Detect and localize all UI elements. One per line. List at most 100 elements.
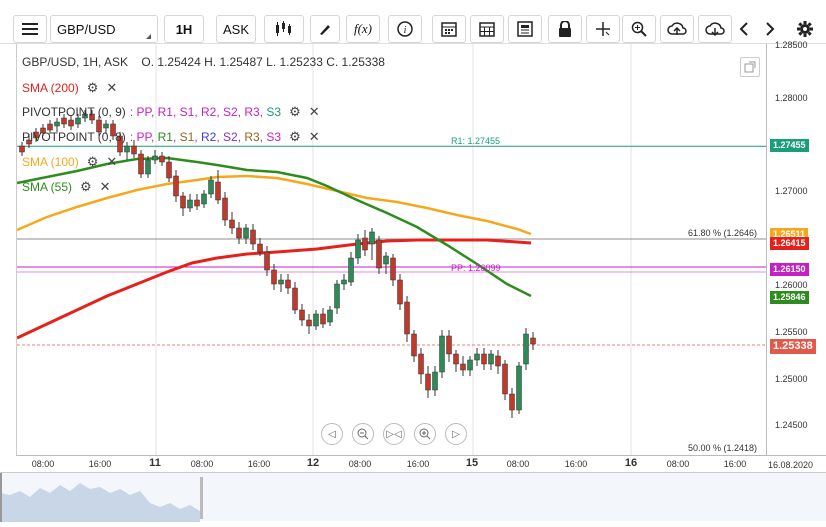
- expand-button[interactable]: [740, 57, 760, 77]
- settings-button[interactable]: [790, 15, 820, 43]
- candle-body: [166, 161, 172, 179]
- pan-right-button[interactable]: ▷: [445, 423, 467, 445]
- gear-icon[interactable]: ⚙: [289, 104, 301, 120]
- calendar-button[interactable]: [432, 15, 466, 43]
- legend-item[interactable]: SMA (200) ⚙ ✕: [22, 80, 117, 96]
- navigator[interactable]: [0, 472, 826, 522]
- candle-body: [152, 155, 158, 161]
- draw-button[interactable]: [310, 15, 340, 43]
- calendar-grid-button[interactable]: [470, 15, 504, 43]
- candle-body: [495, 355, 501, 367]
- crosshair-icon: [596, 22, 610, 36]
- candle-body: [292, 287, 298, 311]
- close-icon[interactable]: ✕: [106, 80, 117, 96]
- candle-body: [530, 337, 536, 345]
- gear-icon[interactable]: ⚙: [87, 154, 99, 170]
- candle-body: [243, 227, 249, 239]
- legend-label: SMA (100): [22, 155, 79, 169]
- chart-type-button[interactable]: [264, 15, 304, 43]
- candle-body: [194, 199, 200, 207]
- pan-right-icon: ▷: [452, 428, 460, 440]
- time-tick: 16:00: [247, 459, 271, 469]
- legend-item[interactable]: SMA (55) ⚙ ✕: [22, 179, 111, 195]
- time-tick: 08:00: [190, 459, 214, 469]
- time-tick: 16:00: [88, 459, 112, 469]
- candle-body: [446, 335, 452, 355]
- fx-icon: f(x): [353, 21, 373, 36]
- upload-button[interactable]: [660, 15, 694, 43]
- price-tag: 1.25846: [770, 291, 809, 304]
- indicators-button[interactable]: f(x): [346, 15, 380, 43]
- candle-body: [453, 353, 459, 365]
- candle-body: [229, 219, 235, 229]
- price-type-label: ASK: [222, 21, 249, 37]
- navigator-handle-left[interactable]: [0, 473, 2, 522]
- candle-body: [299, 309, 305, 321]
- candles-icon: [276, 21, 291, 36]
- candle-body: [418, 353, 424, 375]
- candle-body: [467, 359, 473, 371]
- legend-item[interactable]: PIVOTPOINT (0, 8): PP, R1, S1, R2, S2, R…: [22, 129, 320, 145]
- price-tick: 1.25000: [775, 373, 808, 384]
- reset-icon: ▷◁: [386, 428, 402, 440]
- candle-body: [516, 365, 522, 411]
- scroll-left-button[interactable]: [734, 15, 754, 43]
- zoom-out-button[interactable]: [352, 423, 374, 445]
- zoom-in-button[interactable]: [414, 423, 436, 445]
- time-tick: 16:00: [564, 459, 588, 469]
- candle-body: [460, 363, 466, 371]
- candle-body: [432, 371, 438, 391]
- scroll-right-button[interactable]: [760, 15, 780, 43]
- gear-icon: [797, 21, 813, 37]
- news-button[interactable]: [508, 15, 542, 43]
- info-button[interactable]: i: [388, 15, 422, 43]
- reset-zoom-button[interactable]: ▷◁: [383, 423, 405, 445]
- gear-icon[interactable]: ⚙: [80, 179, 92, 195]
- candle-body: [264, 251, 270, 271]
- gear-icon[interactable]: ⚙: [289, 129, 301, 145]
- price-tick: 1.26000: [775, 280, 808, 290]
- close-icon[interactable]: ✕: [100, 179, 111, 195]
- legend-item[interactable]: PIVOTPOINT (0, 9): PP, R1, S1, R2, S2, R…: [22, 104, 320, 120]
- candle-body: [334, 283, 340, 309]
- toolbar: GBP/USD 1H ASK f(x) i: [0, 0, 826, 44]
- zoom-button[interactable]: [622, 15, 656, 43]
- symbol-select[interactable]: GBP/USD: [50, 15, 158, 43]
- candle-body: [474, 353, 480, 361]
- calendar-icon: [479, 22, 495, 37]
- time-tick: 16: [624, 457, 638, 469]
- download-button[interactable]: [698, 15, 732, 43]
- close-icon[interactable]: ✕: [309, 104, 320, 120]
- candle-body: [390, 257, 396, 281]
- lock-icon: [559, 21, 571, 37]
- time-tick: 12: [306, 457, 320, 469]
- candle-body: [201, 193, 207, 205]
- candle-body: [138, 153, 144, 175]
- navigator-handle-right[interactable]: [200, 477, 203, 519]
- price-type-select[interactable]: ASK: [216, 15, 256, 43]
- candle-body: [397, 279, 403, 305]
- gear-icon[interactable]: ⚙: [87, 80, 99, 96]
- crosshair-button[interactable]: [586, 15, 620, 43]
- menu-button[interactable]: [13, 15, 47, 43]
- zoom-out-icon: [357, 428, 369, 440]
- candle-body: [327, 309, 333, 323]
- arrow-right-icon: [766, 22, 775, 36]
- price-tick: 1.27000: [775, 186, 808, 197]
- download-icon: [705, 22, 725, 37]
- candle-body: [481, 353, 487, 365]
- candle-body: [278, 279, 284, 285]
- legend-pivot-series: : PP, R1, S1, R2, S2, R3, S3: [129, 130, 282, 144]
- candle-body: [103, 123, 109, 129]
- pan-left-button[interactable]: ◁: [321, 423, 343, 445]
- candle-body: [250, 229, 256, 245]
- close-icon[interactable]: ✕: [106, 154, 117, 170]
- time-tick: 15: [465, 457, 479, 469]
- close-icon[interactable]: ✕: [309, 129, 320, 145]
- interval-select[interactable]: 1H: [164, 15, 204, 43]
- lock-button[interactable]: [548, 15, 582, 43]
- fib-618-label: 61.80 % (1.2646): [688, 228, 758, 238]
- candle-body: [54, 121, 60, 127]
- legend-item[interactable]: SMA (100) ⚙ ✕: [22, 154, 117, 170]
- zoom-in-icon: [419, 428, 431, 440]
